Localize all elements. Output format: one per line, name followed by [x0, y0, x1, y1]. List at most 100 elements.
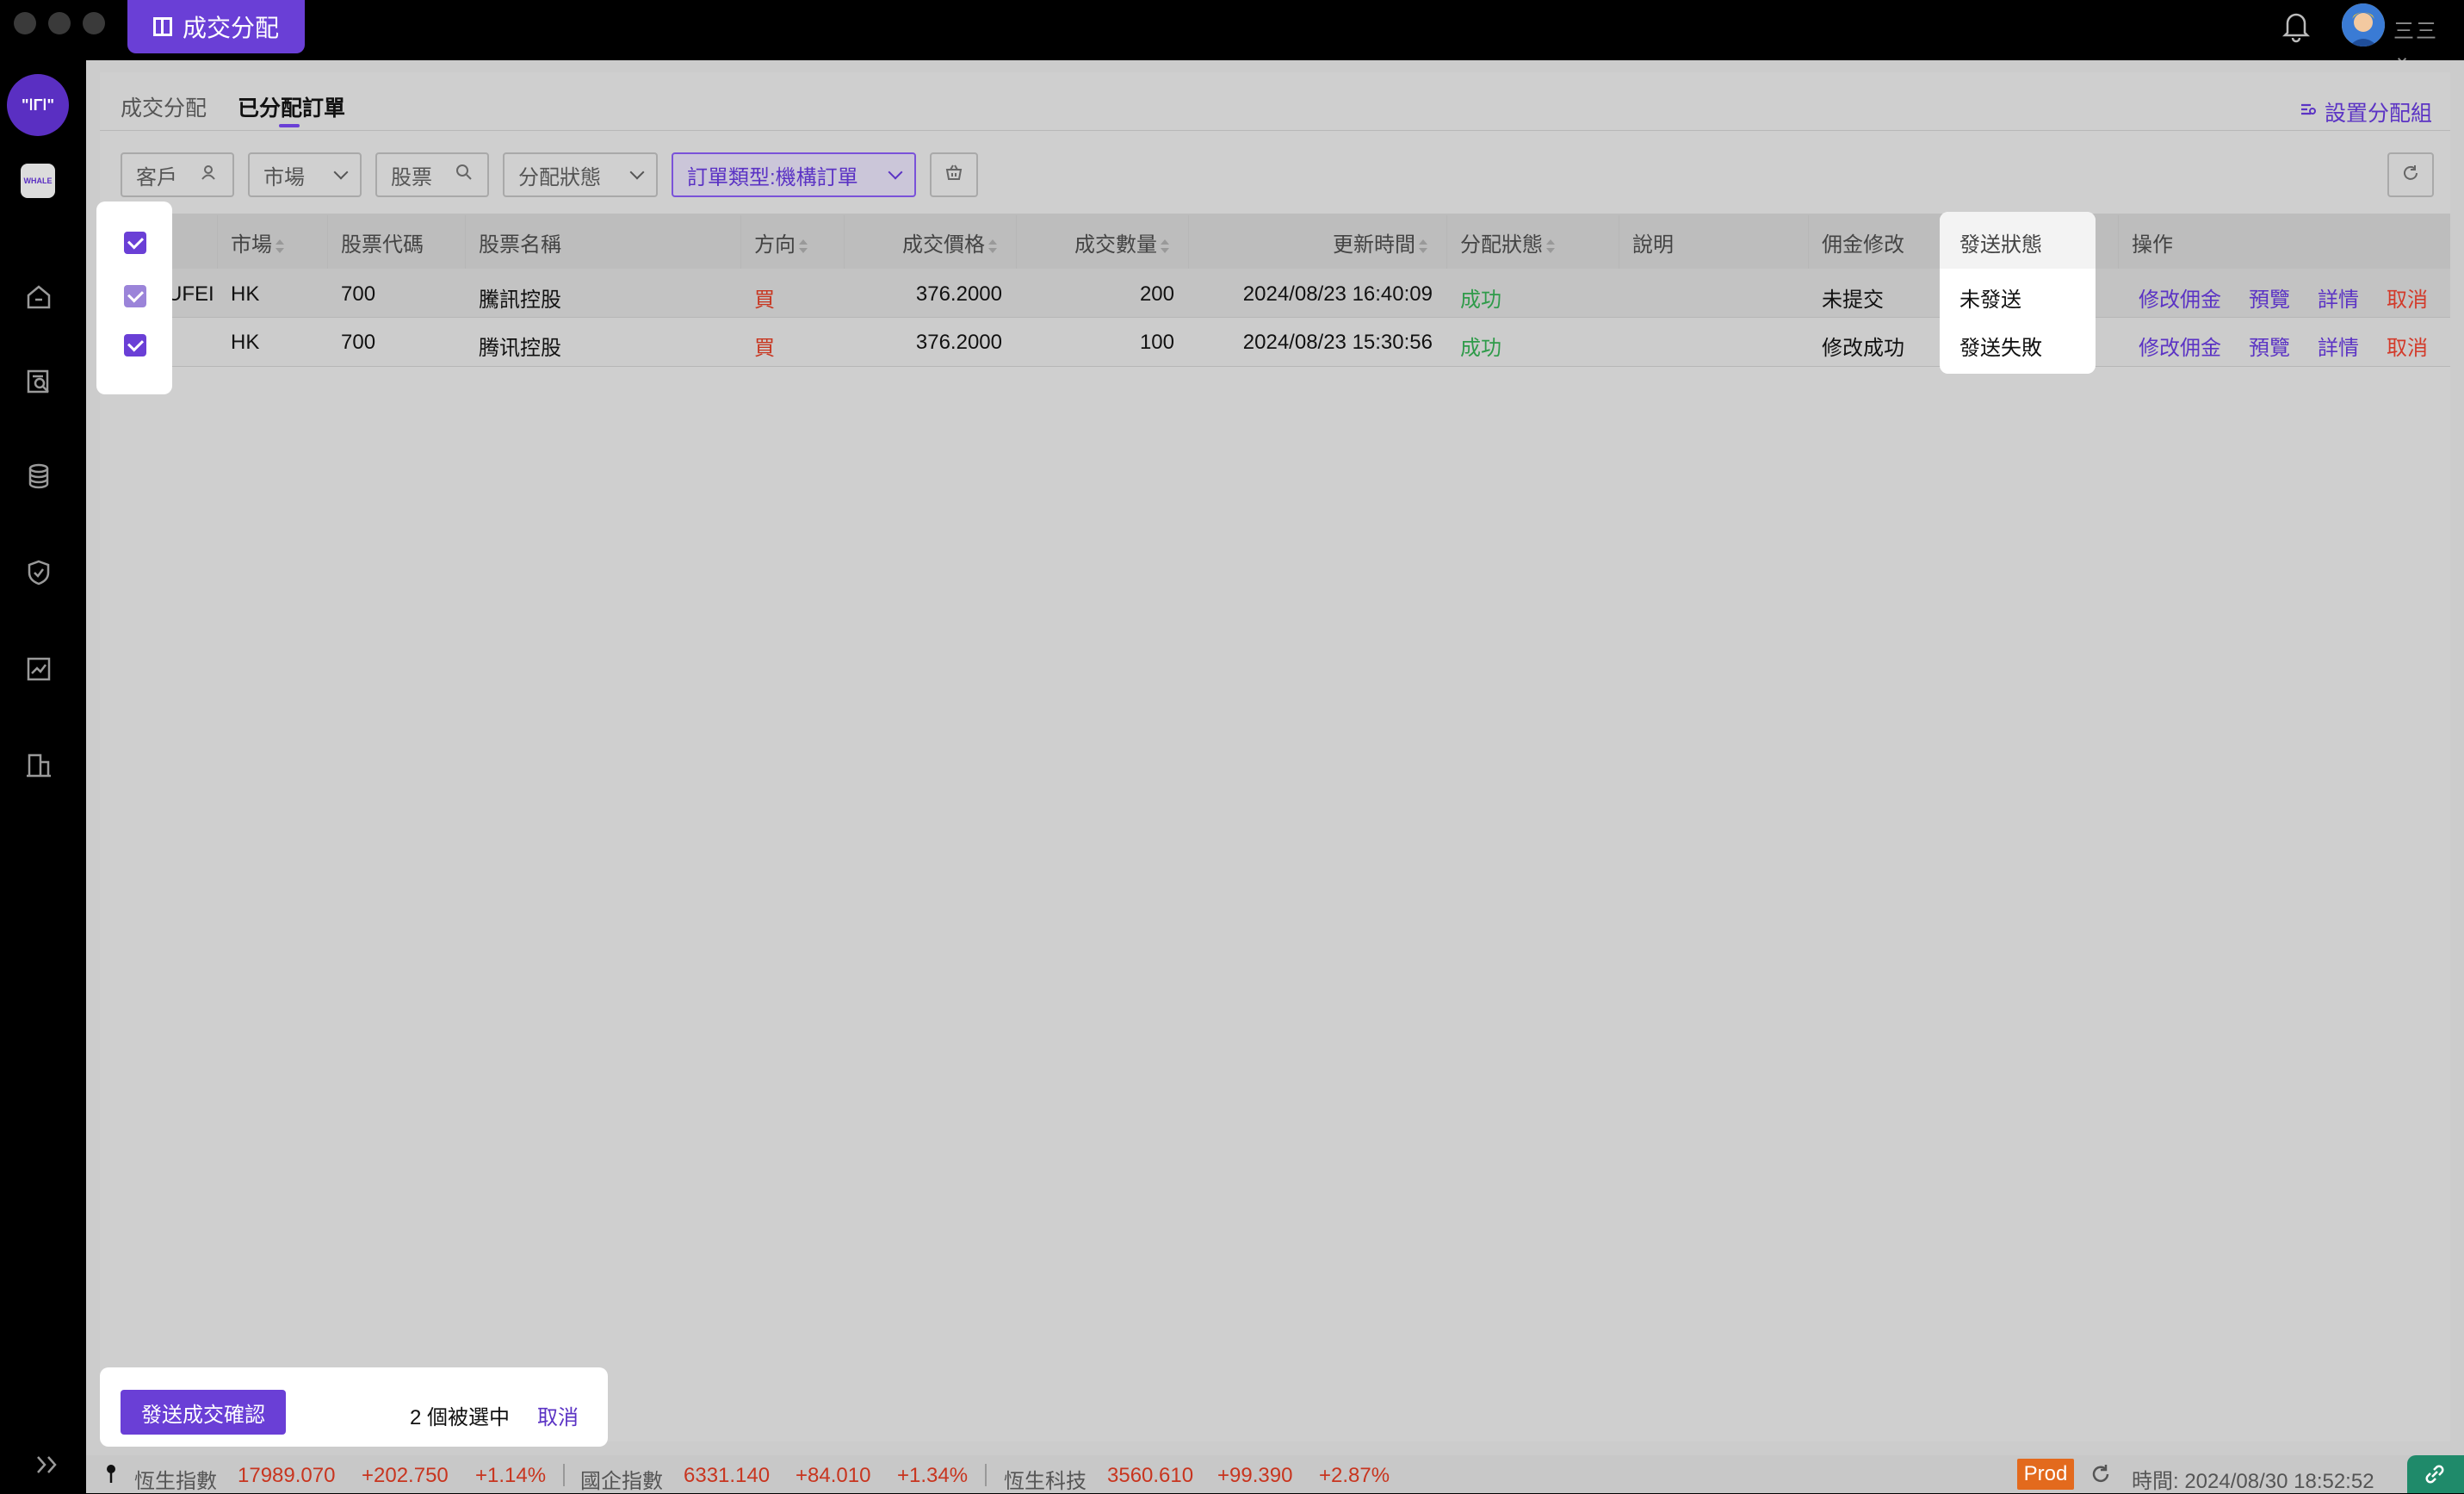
send-status-cell: 發送失敗 [1959, 337, 2042, 360]
tab-active-indicator [279, 124, 300, 127]
col-updated[interactable]: 更新時間 [1333, 227, 1427, 257]
connection-button[interactable] [2407, 1455, 2464, 1493]
col-market[interactable]: 市場 [231, 227, 284, 257]
side-cell: 買 [754, 288, 775, 312]
link-icon [2423, 1462, 2447, 1491]
sort-icon[interactable] [1161, 239, 1169, 253]
allocation-group-settings-link[interactable]: 設置分配組 [2299, 96, 2432, 127]
pin-icon [103, 1462, 119, 1489]
modify-commission-link[interactable]: 修改佣金 [2139, 331, 2221, 361]
selected-count: 2 個被選中 [410, 1406, 511, 1429]
hsi-label: 恆生指數 [134, 1470, 217, 1493]
detail-link[interactable]: 詳情 [2318, 331, 2359, 361]
home-icon[interactable] [24, 282, 53, 312]
order-type-label: 訂單類型:機構訂單 [687, 165, 858, 189]
col-code: 股票代碼 [341, 233, 424, 257]
cancel-row-link[interactable]: 取消 [2387, 331, 2428, 361]
send-confirmation-button[interactable]: 發送成交確認 [121, 1390, 286, 1435]
col-alloc-status[interactable]: 分配狀態 [1460, 227, 1555, 257]
shield-icon[interactable] [24, 558, 53, 587]
search-icon [455, 163, 474, 188]
allocation-status-label: 分配狀態 [518, 165, 601, 189]
commission-cell: 未提交 [1822, 288, 1884, 312]
cancel-selection-link[interactable]: 取消 [537, 1400, 579, 1430]
updated-cell: 2024/08/23 15:30:56 [1242, 331, 1433, 354]
col-qty[interactable]: 成交數量 [1074, 227, 1169, 257]
hscei-change: +84.010 [796, 1464, 871, 1487]
client-filter-label: 客戶 [136, 165, 177, 189]
sort-icon[interactable] [799, 239, 808, 253]
status-divider [563, 1464, 565, 1486]
col-side-label: 方向 [754, 233, 796, 257]
code-cell: 700 [341, 282, 376, 306]
bell-icon[interactable] [2280, 9, 2312, 43]
database-icon[interactable] [24, 462, 53, 491]
detail-link[interactable]: 詳情 [2318, 282, 2359, 313]
sort-icon[interactable] [275, 239, 284, 253]
stock-search[interactable]: 股票 [375, 152, 489, 197]
col-price[interactable]: 成交價格 [902, 227, 997, 257]
tab-allocated-orders[interactable]: 已分配訂單 [238, 91, 345, 122]
modify-commission-link[interactable]: 修改佣金 [2139, 282, 2221, 313]
col-qty-label: 成交數量 [1074, 233, 1157, 257]
updated-cell: 2024/08/23 16:40:09 [1242, 282, 1433, 306]
select-all-checkbox[interactable] [124, 232, 146, 254]
sort-icon[interactable] [1546, 239, 1555, 253]
code-cell: 700 [341, 331, 376, 354]
app-tab[interactable]: 成交分配 [127, 0, 306, 53]
price-cell: 376.2000 [915, 282, 1002, 306]
expand-icon[interactable] [33, 1452, 67, 1478]
window-close-button[interactable] [14, 12, 36, 34]
hstech-pct: +2.87% [1319, 1464, 1390, 1487]
tab-allocate[interactable]: 成交分配 [121, 91, 207, 122]
col-side[interactable]: 方向 [754, 227, 808, 257]
chevron-down-icon [888, 164, 903, 180]
sort-icon[interactable] [1419, 239, 1427, 253]
side-cell: 買 [754, 337, 775, 360]
preview-link[interactable]: 預覽 [2249, 282, 2290, 313]
col-price-label: 成交價格 [902, 233, 985, 257]
app-tab-label: 成交分配 [183, 15, 280, 41]
hscei-label: 國企指數 [580, 1470, 663, 1493]
hsi-change: +202.750 [362, 1464, 449, 1487]
basket-button[interactable] [930, 152, 978, 197]
order-type-select[interactable]: 訂單類型:機構訂單 [672, 152, 916, 197]
window-zoom-button[interactable] [83, 12, 105, 34]
building-icon[interactable] [24, 751, 53, 780]
stock-search-label: 股票 [391, 165, 432, 189]
market-select[interactable]: 市場 [248, 152, 362, 197]
client-cell: UFEI [167, 282, 214, 306]
panel-icon [153, 17, 172, 36]
refresh-button[interactable] [2387, 152, 2434, 197]
window-minimize-button[interactable] [48, 12, 71, 34]
hsi-pct: +1.14% [475, 1464, 547, 1487]
sort-icon[interactable] [988, 239, 997, 253]
alloc-status-cell: 成功 [1460, 337, 1501, 360]
hscei-value: 6331.140 [684, 1464, 771, 1487]
row-checkbox[interactable] [124, 334, 146, 356]
market-cell: HK [231, 331, 260, 354]
chevron-down-icon [333, 164, 349, 180]
whale-app-icon[interactable]: WHALE [21, 164, 55, 198]
client-filter[interactable]: 客戶 [121, 152, 234, 197]
avatar[interactable] [2342, 3, 2385, 46]
col-note: 說明 [1632, 233, 1674, 257]
col-name: 股票名稱 [479, 233, 561, 257]
refresh-icon[interactable] [2089, 1462, 2113, 1491]
hstech-change: +99.390 [1217, 1464, 1293, 1487]
row-checkbox[interactable] [124, 285, 146, 307]
refresh-icon [2400, 163, 2421, 188]
qty-cell: 100 [1139, 331, 1174, 354]
search-doc-icon[interactable] [24, 367, 53, 396]
hstech-label: 恆生科技 [1004, 1470, 1087, 1493]
cancel-row-link[interactable]: 取消 [2387, 282, 2428, 313]
chevron-down-icon [629, 164, 645, 180]
market-select-label: 市場 [263, 165, 305, 189]
user-name: 三三 [2393, 20, 2438, 43]
report-icon[interactable] [24, 654, 53, 684]
brand-logo[interactable]: "ǀΓǀ" [7, 74, 69, 136]
person-icon [200, 163, 219, 188]
col-operations: 操作 [2132, 233, 2173, 257]
allocation-status-select[interactable]: 分配狀態 [503, 152, 658, 197]
preview-link[interactable]: 預覽 [2249, 331, 2290, 361]
